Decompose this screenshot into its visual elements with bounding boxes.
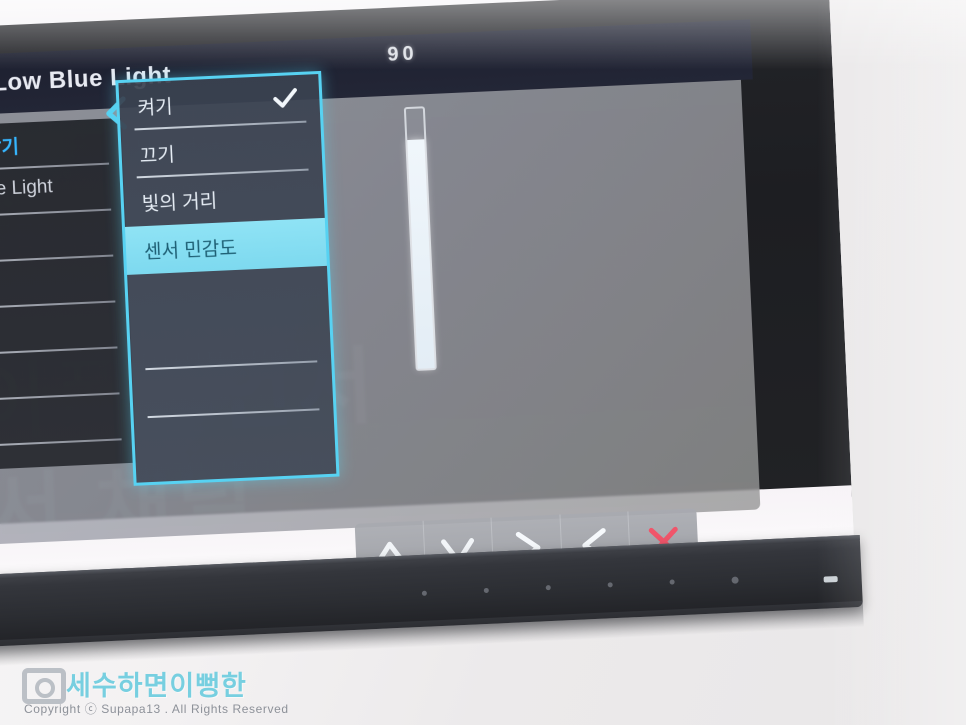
bezel-button-row[interactable] xyxy=(421,574,802,601)
monitor-device: ㅏ ㅏ ㅔ쁘. 이플루언서 서 채널 xyxy=(0,0,957,677)
option-label: 끄기 xyxy=(139,144,176,168)
watermark: 세수하면이뻥한 Copyright ⓒ Supapa13 . All Right… xyxy=(22,666,352,718)
slider-value-label: 90 xyxy=(386,42,419,66)
screenshot-root: ㅏ ㅏ ㅔ쁘. 이플루언서 서 채널 xyxy=(0,0,966,725)
power-led-indicator xyxy=(823,575,838,583)
option-item[interactable] xyxy=(134,410,336,467)
menu-item-label: 지능형 밝기 xyxy=(0,136,20,162)
option-label: 빛의 거리 xyxy=(141,190,218,216)
osd-menu-column-submenu: 지능형 밝기 Low Blue Light 색약 xyxy=(0,118,137,473)
menu-item[interactable] xyxy=(0,394,136,450)
slider-track[interactable] xyxy=(403,106,437,371)
check-icon xyxy=(273,88,297,108)
slider-fill xyxy=(407,139,435,369)
option-label: 켜기 xyxy=(137,96,174,120)
option-label: 센서 민감도 xyxy=(143,237,238,264)
watermark-title: 세수하면이뻥한 xyxy=(66,671,247,701)
monitor-screen: ㅏ ㅏ ㅔ쁘. 이플루언서 서 채널 xyxy=(0,0,854,587)
osd-dropdown-options: 켜기 끄기 빛의 거리 센서 민감도 xyxy=(115,70,340,486)
camera-icon xyxy=(22,668,66,704)
menu-item-label: Low Blue Light xyxy=(0,176,54,203)
watermark-copyright: Copyright ⓒ Supapa13 . All Rights Reserv… xyxy=(24,702,289,716)
